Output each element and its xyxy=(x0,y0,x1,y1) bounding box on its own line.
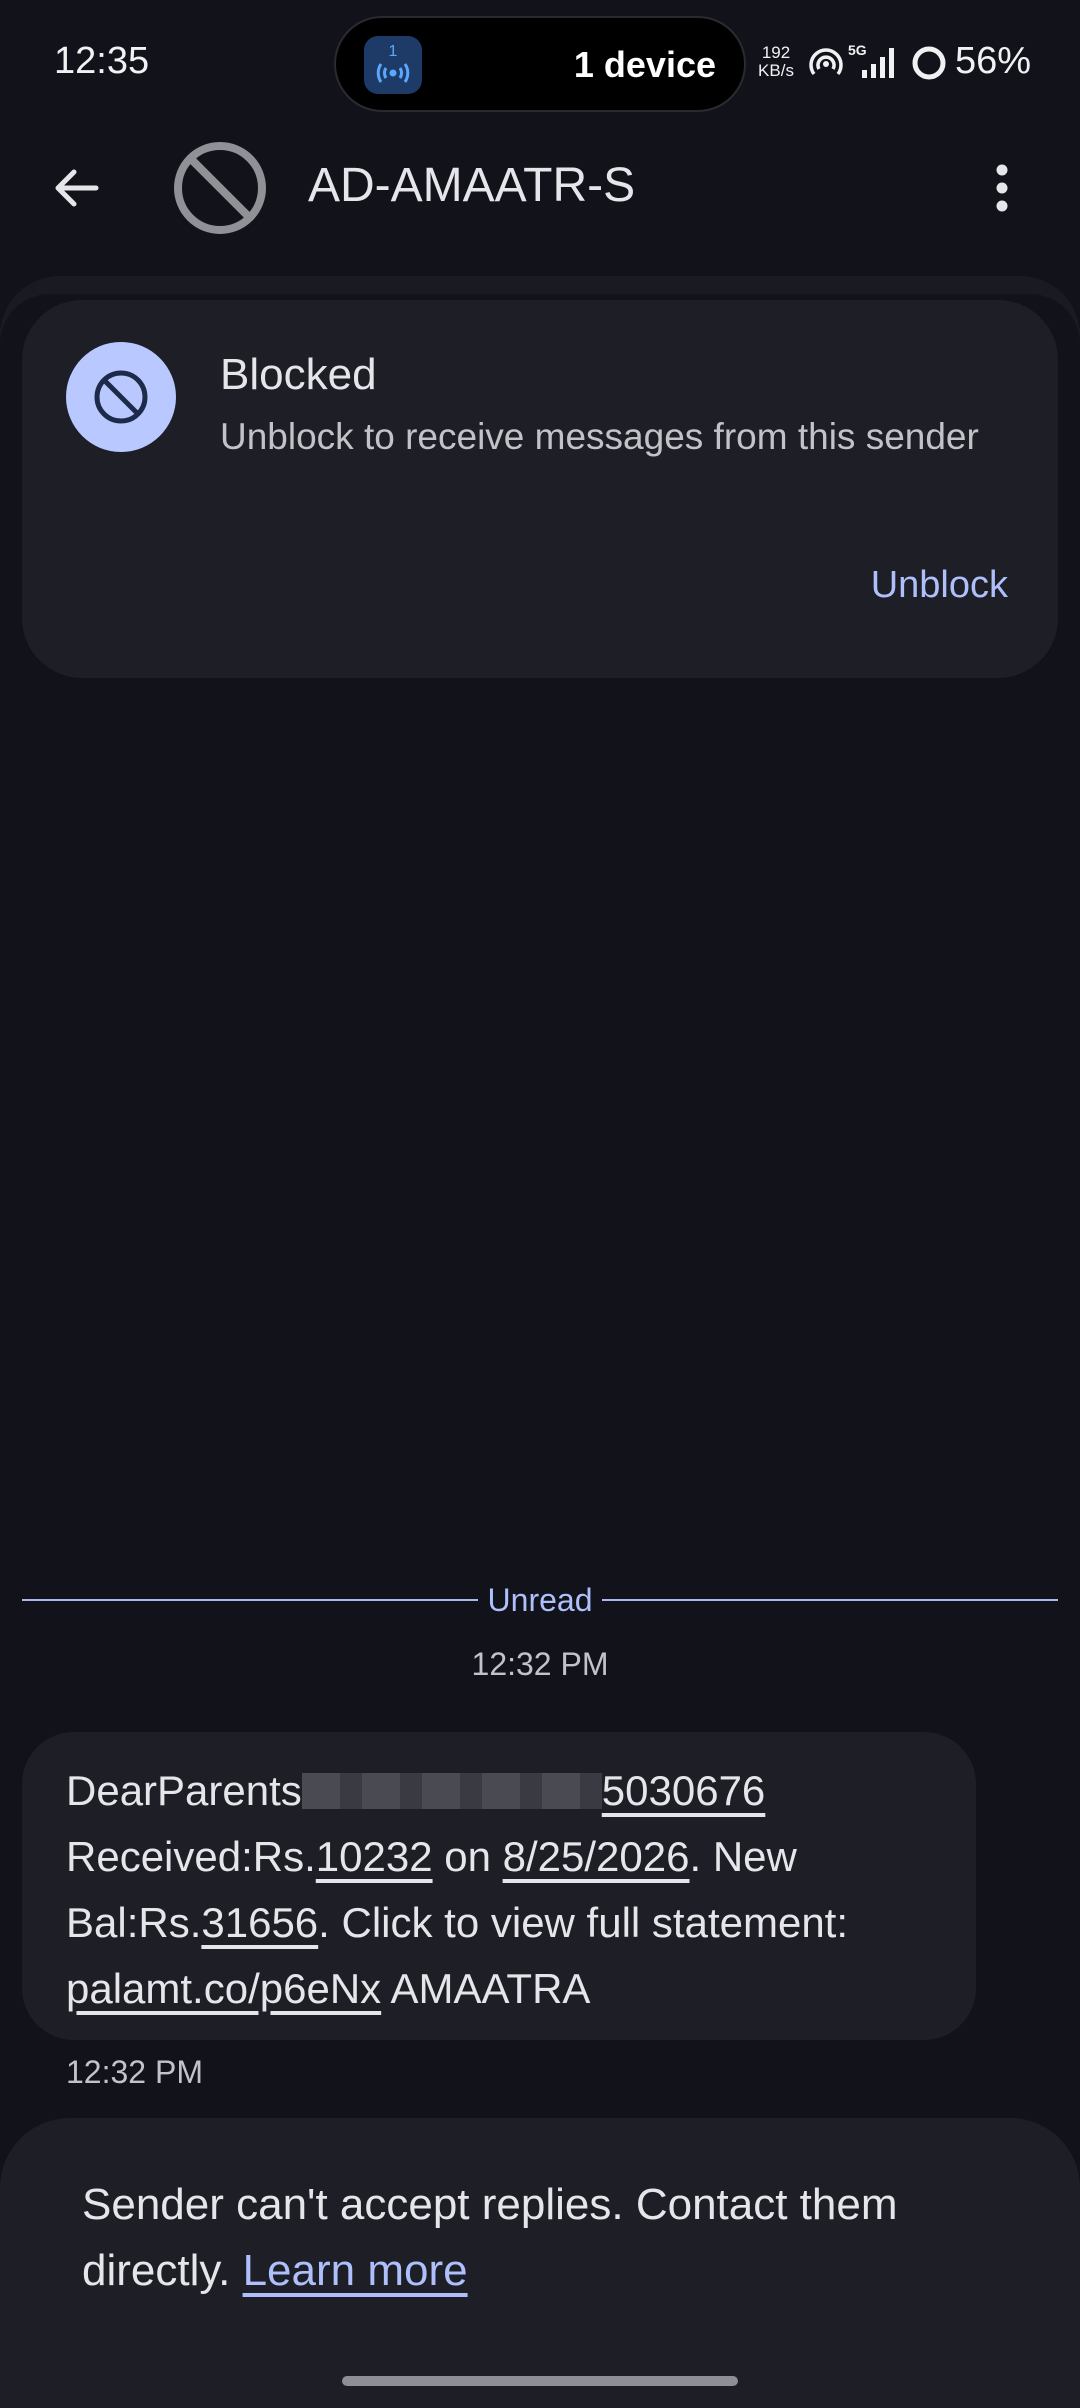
net-speed: 192 KB/s xyxy=(758,43,794,80)
message-line-4: palamt.co/p6eNx AMAATRA xyxy=(66,1965,591,2012)
reply-notice-panel: Sender can't accept replies. Contact the… xyxy=(0,2118,1080,2408)
amount-link[interactable]: 10232 xyxy=(316,1833,433,1880)
balance-link[interactable]: 31656 xyxy=(201,1899,318,1946)
url-link[interactable]: palamt.co/p6eNx xyxy=(66,1965,381,2012)
home-indicator[interactable] xyxy=(342,2376,738,2386)
blocked-subtitle: Unblock to receive messages from this se… xyxy=(220,416,979,457)
block-icon xyxy=(66,342,176,452)
unread-label: Unread xyxy=(487,1581,593,1618)
reply-notice-text: Sender can't accept replies. Contact the… xyxy=(82,2180,898,2295)
top-app-bar: AD-AMAATR-S xyxy=(0,130,1080,246)
divider-line xyxy=(22,1599,478,1601)
hotspot-status-icon xyxy=(809,48,843,76)
learn-more-link[interactable]: Learn more xyxy=(243,2246,468,2295)
island-label: 1 device xyxy=(573,44,716,85)
blocked-title: Blocked xyxy=(220,350,377,399)
blocked-card: Blocked Unblock to receive messages from… xyxy=(22,300,1058,678)
unread-divider: Unread xyxy=(22,1576,1059,1624)
divider-line xyxy=(602,1599,1059,1601)
message-timestamp-footer: 12:32 PM xyxy=(66,2054,203,2090)
message-bubble[interactable]: DearParents 5030676 Received:Rs.10232 on … xyxy=(22,1732,976,2040)
back-button[interactable] xyxy=(40,152,112,224)
date-link[interactable]: 8/25/2026 xyxy=(503,1833,690,1880)
reply-notice: Sender can't accept replies. Contact the… xyxy=(82,2172,1022,2304)
blocked-avatar-icon[interactable] xyxy=(172,140,268,236)
hotspot-icon: 1 xyxy=(364,36,422,94)
status-bar: 12:35 1 1 device 192 KB/s 5G 56% xyxy=(0,0,1080,130)
message-line-2: Received:Rs.10232 on 8/25/2026. New xyxy=(66,1833,797,1880)
signal-icon: 5G xyxy=(848,42,900,82)
more-vert-icon xyxy=(996,164,1008,212)
more-options-button[interactable] xyxy=(966,152,1038,224)
battery-ring-icon xyxy=(912,46,946,80)
redacted-block xyxy=(301,1773,602,1809)
battery-percent: 56% xyxy=(955,40,1032,82)
message-line-1: DearParents 5030676 xyxy=(66,1767,766,1814)
conversation-title[interactable]: AD-AMAATR-S xyxy=(308,158,635,213)
status-time: 12:35 xyxy=(54,40,150,82)
message-line-3: Bal:Rs.31656. Click to view full stateme… xyxy=(66,1899,849,1946)
unblock-button[interactable]: Unblock xyxy=(871,564,1008,607)
message-timestamp-header: 12:32 PM xyxy=(471,1646,609,1682)
phone-link[interactable]: 5030676 xyxy=(602,1767,766,1814)
arrow-back-icon xyxy=(55,169,99,207)
hotspot-count: 1 xyxy=(388,43,398,60)
dynamic-island[interactable]: 1 1 device xyxy=(334,16,746,112)
